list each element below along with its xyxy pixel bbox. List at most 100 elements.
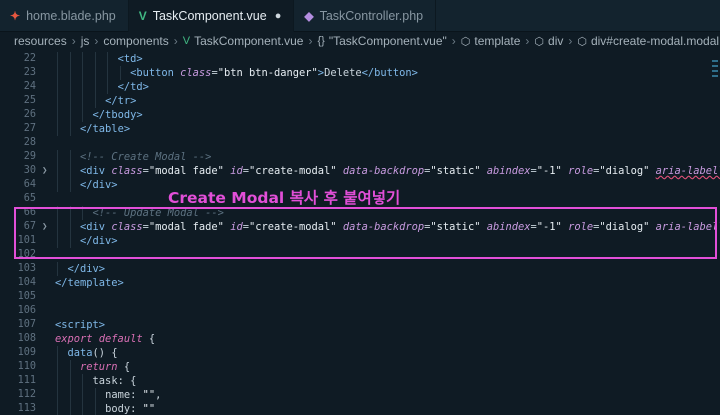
code-line[interactable]: 23 <button class="btn btn-danger">Delete<…	[0, 66, 720, 80]
vue-icon: V	[138, 9, 147, 23]
line-number: 30	[23, 165, 36, 176]
breadcrumb-item[interactable]: "TaskComponent.vue"	[329, 34, 447, 48]
code-token: data	[67, 347, 93, 359]
code-token: </template>	[55, 277, 124, 289]
line-number: 29	[23, 151, 36, 162]
code-line[interactable]: 24 </td>	[0, 80, 720, 94]
chevron-right-icon: ›	[525, 34, 530, 48]
code-token: {	[148, 333, 156, 345]
code-token: Delete	[324, 67, 362, 79]
line-number: 65	[23, 193, 36, 204]
code-token: <!-- Create Modal -->	[80, 151, 212, 163]
code-token: name:	[105, 389, 143, 401]
tab-taskcontroller-php[interactable]: ◆ TaskController.php	[294, 0, 437, 32]
code-token: </tr>	[105, 95, 137, 107]
code-line[interactable]: 111 task: {	[0, 374, 720, 388]
fold-chevron-icon[interactable]: ❯	[42, 164, 47, 178]
code-token: ""	[142, 389, 156, 401]
breadcrumb: resources › js › components › V TaskComponent.v…	[0, 32, 720, 50]
indent-guide	[82, 108, 84, 122]
code-line[interactable]: 29 <!-- Create Modal -->	[0, 150, 720, 164]
breadcrumb-item[interactable]: TaskComponent.vue	[194, 34, 303, 48]
breadcrumb-item[interactable]: template	[474, 34, 520, 48]
chevron-right-icon: ›	[71, 34, 76, 48]
code-token: ,	[155, 389, 162, 401]
line-number: 28	[23, 137, 36, 148]
line-number: 23	[23, 67, 36, 78]
code-line[interactable]: 30 ❯ <div class="modal fade" id="create-mo…	[0, 164, 720, 178]
indent-guide	[57, 374, 58, 388]
code-token: {	[123, 361, 131, 373]
code-token: </table>	[80, 123, 131, 135]
indent-guide	[69, 150, 71, 164]
indent-guide	[57, 388, 58, 402]
chevron-right-icon: ›	[94, 34, 99, 48]
code-token: abindex	[486, 165, 531, 177]
line-number: 103	[17, 263, 36, 274]
code-token: body:	[105, 403, 143, 415]
code-line[interactable]: 108 export default {	[0, 332, 720, 346]
breadcrumb-item[interactable]: resources	[14, 34, 67, 48]
code-text: </table>	[80, 122, 130, 136]
code-token: class	[111, 165, 143, 177]
code-line[interactable]: 110 return {	[0, 360, 720, 374]
code-text: name: "",	[105, 388, 161, 402]
tab-label: TaskComponent.vue	[152, 9, 267, 23]
code-line[interactable]: 106	[0, 304, 720, 318]
code-text: </template>	[55, 276, 124, 290]
code-token: task: {	[92, 375, 137, 387]
breadcrumb-item[interactable]: div	[548, 34, 563, 48]
indent-guide	[57, 346, 58, 360]
code-line[interactable]: 104 </template>	[0, 276, 720, 290]
code-text: return {	[80, 360, 130, 374]
chevron-right-icon: ›	[173, 34, 178, 48]
tab-taskcomponent-vue[interactable]: V TaskComponent.vue ●	[128, 0, 295, 32]
code-line[interactable]: 25 </tr>	[0, 94, 720, 108]
indent-guide	[69, 164, 71, 178]
code-line[interactable]: 113 body: ""	[0, 402, 720, 415]
breadcrumb-item[interactable]: js	[81, 34, 90, 48]
code-text: </div>	[80, 178, 118, 192]
line-number: 22	[23, 53, 36, 64]
code-line[interactable]: 109 data() {	[0, 346, 720, 360]
code-line[interactable]: 112 name: "",	[0, 388, 720, 402]
breadcrumb-item[interactable]: div#create-modal.modal.fade	[591, 34, 720, 48]
code-line[interactable]: 22 <td>	[0, 52, 720, 66]
indent-guide	[107, 80, 109, 94]
indent-guide	[82, 374, 84, 388]
code-token: "dialog"	[599, 165, 656, 177]
indent-guide	[94, 52, 96, 66]
code-text: </tr>	[105, 94, 136, 108]
code-token: aria-labelledby	[655, 165, 720, 177]
line-number: 26	[23, 109, 36, 120]
code-line[interactable]: 107 <script>	[0, 318, 720, 332]
code-token: () {	[92, 347, 118, 359]
indent-guide	[69, 122, 71, 136]
tab-home-blade-php[interactable]: ✦ home.blade.php	[0, 0, 129, 32]
code-token: <td>	[117, 53, 143, 65]
indent-guide	[57, 108, 58, 122]
indent-guide	[57, 262, 58, 276]
code-line[interactable]: 105	[0, 290, 720, 304]
code-line[interactable]: 27 </table>	[0, 122, 720, 136]
indent-guide	[107, 66, 109, 80]
indent-guide	[57, 94, 58, 108]
unsaved-dot-icon[interactable]: ●	[275, 10, 282, 22]
tab-label: home.blade.php	[26, 9, 116, 23]
cube-icon: ⬡	[534, 35, 545, 48]
code-line[interactable]: 26 </tbody>	[0, 108, 720, 122]
indent-guide	[82, 66, 84, 80]
code-text: <!-- Create Modal -->	[80, 150, 211, 164]
code-token: role	[568, 165, 594, 177]
code-token: </div>	[80, 179, 118, 191]
indent-guide	[57, 122, 58, 136]
indent-guide	[57, 164, 58, 178]
indent-guide	[69, 360, 71, 374]
breadcrumb-item[interactable]: components	[103, 34, 168, 48]
minimap[interactable]	[712, 60, 718, 120]
code-line[interactable]: 103 </div>	[0, 262, 720, 276]
code-text: body: ""	[105, 402, 155, 415]
code-line[interactable]: 28	[0, 136, 720, 150]
indent-guide	[57, 360, 58, 374]
indent-guide	[82, 402, 84, 415]
